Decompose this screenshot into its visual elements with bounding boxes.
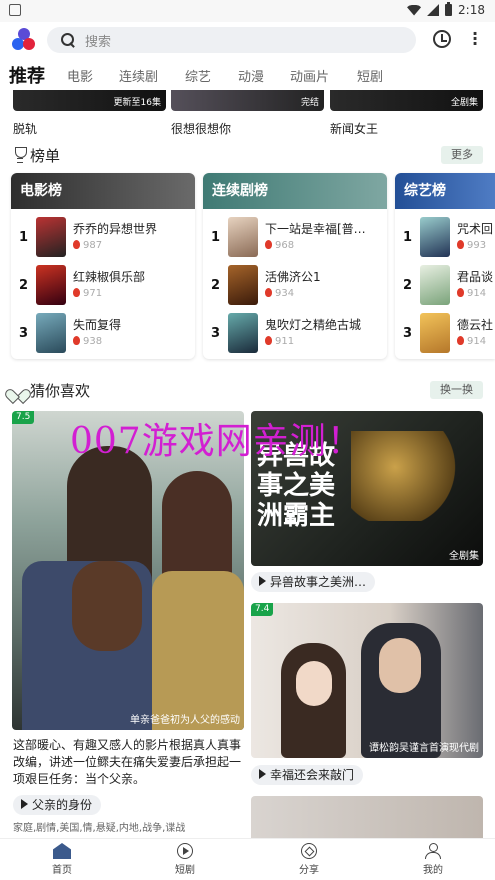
section-title: 猜你喜欢 [30, 382, 91, 400]
nav-share[interactable]: 分享 [279, 843, 339, 876]
history-icon[interactable] [433, 30, 451, 48]
play-icon [21, 799, 28, 809]
fire-icon [73, 240, 80, 249]
battery-icon [445, 2, 453, 16]
score-badge: 7.4 [251, 603, 274, 616]
tab-series[interactable]: 连续剧 [119, 66, 158, 85]
video-thumbnail[interactable]: 完结 [171, 90, 324, 111]
video-title-chip[interactable]: 父亲的身份 [13, 795, 102, 815]
ranking-card-title: 连续剧榜 [203, 173, 387, 209]
poster [36, 265, 66, 305]
ranking-item[interactable]: 1 咒术回 993 [395, 217, 495, 259]
ranking-item[interactable]: 3 德云社 914 [395, 313, 495, 355]
fire-icon [457, 288, 464, 297]
poster [228, 217, 258, 257]
video-title[interactable]: 新闻女王 [330, 120, 378, 137]
wifi-icon [407, 4, 422, 16]
ranking-header: 榜单 更多 [0, 144, 495, 168]
more-button[interactable]: 更多 [441, 146, 483, 164]
poster [420, 265, 450, 305]
signal-icon [427, 4, 440, 16]
watermark-text: 007游戏网亲测！ [70, 421, 364, 462]
score-badge: 7.5 [12, 411, 35, 424]
tab-anime[interactable]: 动漫 [238, 66, 264, 85]
play-icon [259, 769, 266, 779]
ranking-card-title: 综艺榜 [395, 173, 495, 209]
fire-icon [457, 240, 464, 249]
tab-short-drama[interactable]: 短剧 [357, 66, 383, 85]
video-poster[interactable] [251, 796, 483, 838]
poster [228, 265, 258, 305]
video-title[interactable]: 很想很想你 [171, 120, 231, 137]
fire-icon [73, 288, 80, 297]
bottom-navigation: 首页 短剧 分享 我的 [0, 838, 495, 880]
video-description: 这部暖心、有趣又感人的影片根据真人真事改编，讲述一位鳏夫在痛失爱妻后承担起一项艰… [13, 738, 242, 786]
clock: 2:18 [458, 3, 485, 17]
poster-caption: 单亲爸爸初为人父的感动 [130, 715, 240, 726]
nav-short-drama[interactable]: 短剧 [155, 843, 215, 876]
search-placeholder: 搜索 [85, 34, 112, 50]
ranking-item[interactable]: 2 红辣椒俱乐部 971 [11, 265, 195, 307]
scrolled-video-row: 更新至16集 完结 全剧集 脱轨 很想很想你 新闻女王 [0, 90, 495, 138]
notification-icon [9, 4, 21, 16]
tab-cartoon[interactable]: 动画片 [290, 66, 329, 85]
ranking-item[interactable]: 3 鬼吹灯之精绝古城 911 [203, 313, 387, 355]
app-logo [12, 28, 36, 52]
ranking-item[interactable]: 1 下一站是幸福[普… 968 [203, 217, 387, 259]
ranking-item[interactable]: 3 失而复得 938 [11, 313, 195, 355]
video-title[interactable]: 脱轨 [13, 120, 37, 137]
poster [228, 313, 258, 353]
poster [36, 217, 66, 257]
search-icon [61, 33, 75, 47]
compass-icon [301, 843, 317, 859]
tab-variety[interactable]: 综艺 [185, 66, 211, 85]
ranking-item[interactable]: 1 乔乔的异想世界 987 [11, 217, 195, 259]
play-circle-icon [177, 843, 193, 859]
search-input[interactable]: 搜索 [47, 27, 416, 53]
fire-icon [265, 288, 272, 297]
video-tags: 家庭,剧情,美国,情,悬疑,内地,战争,谍战 [13, 823, 186, 834]
tab-recommend[interactable]: 推荐 [9, 62, 45, 88]
poster [36, 313, 66, 353]
ranking-item[interactable]: 2 活佛济公1 934 [203, 265, 387, 307]
poster [420, 313, 450, 353]
refresh-button[interactable]: 换一换 [430, 381, 483, 399]
trophy-icon [12, 147, 28, 163]
poster [420, 217, 450, 257]
fire-icon [73, 336, 80, 345]
ranking-card-title: 电影榜 [11, 173, 195, 209]
category-tabs: 推荐 电影 连续剧 综艺 动漫 动画片 短剧 [0, 58, 495, 90]
poster-caption: 谭松韵吴谨言首演现代剧 [369, 743, 479, 754]
ranking-card-series[interactable]: 连续剧榜 1 下一站是幸福[普… 968 2 活佛济公1 934 3 鬼吹灯之精… [203, 173, 387, 359]
app-bar: 搜索 · · · [0, 22, 495, 58]
video-thumbnail[interactable]: 更新至16集 [13, 90, 166, 111]
heart-icon [9, 381, 25, 397]
tab-movie[interactable]: 电影 [67, 66, 93, 85]
ranking-card-variety[interactable]: 综艺榜 1 咒术回 993 2 君品谈 914 3 德云社 914 [395, 173, 495, 359]
more-vert-icon[interactable]: · · · [469, 26, 481, 52]
fire-icon [265, 336, 272, 345]
user-icon [424, 843, 442, 859]
fire-icon [457, 336, 464, 345]
poster-caption: 全剧集 [449, 551, 479, 562]
home-icon [53, 843, 71, 859]
video-thumbnail[interactable]: 全剧集 [330, 90, 483, 111]
status-bar: 2:18 [0, 0, 495, 22]
nav-profile[interactable]: 我的 [403, 843, 463, 876]
ranking-item[interactable]: 2 君品谈 914 [395, 265, 495, 307]
fire-icon [265, 240, 272, 249]
ranking-card-movie[interactable]: 电影榜 1 乔乔的异想世界 987 2 红辣椒俱乐部 971 3 失而复得 93… [11, 173, 195, 359]
nav-home[interactable]: 首页 [32, 843, 92, 876]
video-title-chip[interactable]: 异兽故事之美洲… [251, 572, 376, 592]
play-icon [259, 576, 266, 586]
video-title-chip[interactable]: 幸福还会来敲门 [251, 765, 364, 785]
section-title: 榜单 [30, 147, 61, 165]
video-poster[interactable]: 7.4 谭松韵吴谨言首演现代剧 [251, 603, 483, 758]
guess-header: 猜你喜欢 换一换 [0, 379, 495, 403]
